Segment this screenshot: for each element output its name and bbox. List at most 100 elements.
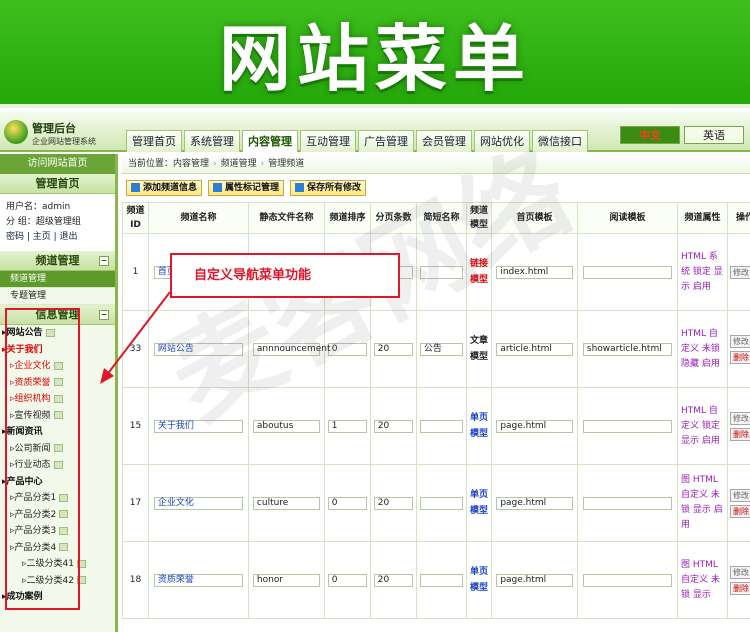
read-template-input[interactable] xyxy=(582,419,673,433)
home-section-header[interactable]: 管理首页 xyxy=(0,174,115,194)
short-name-input[interactable]: 公告 xyxy=(419,342,464,356)
short-name-input[interactable] xyxy=(419,573,464,587)
user-group: 分 组：超级管理组 xyxy=(6,217,81,227)
edit-button[interactable]: 修改 xyxy=(730,411,750,425)
channel-model[interactable]: 单页模型 xyxy=(468,487,490,519)
edit-button[interactable]: 修改 xyxy=(730,334,750,348)
channel-attributes[interactable]: 图 HTML 自定义 未锁 显示 启用 xyxy=(681,475,723,530)
channel-attributes[interactable]: HTML 自定义 锁定 显示 启用 xyxy=(681,406,720,446)
static-file-name-input[interactable]: honor xyxy=(252,573,321,587)
edit-button[interactable]: 修改 xyxy=(730,265,750,279)
channel-name-input[interactable]: 企业文化 xyxy=(153,496,244,510)
toolbar-button-0[interactable]: 添加频道信息 xyxy=(126,180,203,196)
banner: 网站菜单 xyxy=(0,0,750,104)
channel-model[interactable]: 单页模型 xyxy=(468,564,490,596)
column-header: 频道模型 xyxy=(466,202,492,234)
channel-name-input[interactable]: 资质荣誉 xyxy=(153,573,244,587)
static-file-name-input[interactable]: culture xyxy=(252,496,321,510)
read-template-input[interactable] xyxy=(582,573,673,587)
home-template-input[interactable]: index.html xyxy=(496,265,573,279)
toolbar-button-icon xyxy=(213,183,223,192)
cell-short-name: 公告 xyxy=(416,310,467,388)
tab-5[interactable]: 会员管理 xyxy=(416,130,472,152)
channel-order-input[interactable]: 0 xyxy=(327,342,368,356)
static-file-name-input[interactable]: aboutus xyxy=(252,419,321,433)
tab-1[interactable]: 系统管理 xyxy=(184,130,240,152)
page-size-input[interactable]: 20 xyxy=(373,496,414,510)
static-file-name-input[interactable]: annnouncement xyxy=(252,342,331,356)
cell-static-file-name: honor xyxy=(248,541,325,619)
channel-model[interactable]: 文章模型 xyxy=(468,333,490,365)
cell-channel-order: 0 xyxy=(324,464,371,542)
top-bar: 管理后台 企业网站管理系统 管理首页 系统管理 内容管理 互动管理 广告管理 会员管理 网站… xyxy=(0,112,750,152)
collapse-icon[interactable]: − xyxy=(99,256,109,266)
read-template-input[interactable] xyxy=(582,265,673,279)
channel-order-input[interactable]: 1 xyxy=(327,419,368,433)
cell-channel-order: 0 xyxy=(324,541,371,619)
page-size-input[interactable]: 20 xyxy=(373,419,414,433)
home-template-input[interactable]: page.html xyxy=(496,573,573,587)
cell-page-size: 20 xyxy=(370,541,417,619)
delete-button[interactable]: 删除 xyxy=(730,504,750,518)
tab-3[interactable]: 互动管理 xyxy=(300,130,356,152)
channel-model[interactable]: 单页模型 xyxy=(468,410,490,442)
cell-home-template: page.html xyxy=(491,387,578,465)
lang-chinese-button[interactable]: 中文 xyxy=(620,126,680,144)
channel-attributes[interactable]: 图 HTML 自定义 未锁 显示 xyxy=(681,560,720,600)
delete-button[interactable]: 删除 xyxy=(730,350,750,364)
channel-order-input[interactable]: 0 xyxy=(327,496,368,510)
channel-attributes[interactable]: HTML 系统 锁定 显示 启用 xyxy=(681,252,723,292)
short-name-input[interactable] xyxy=(419,419,464,433)
read-template-input[interactable]: showarticle.html xyxy=(582,342,673,356)
lang-english-button[interactable]: 英语 xyxy=(684,126,744,144)
breadcrumb: 当前位置：内容管理 › 频道管理 › 管理频道 xyxy=(122,154,750,174)
column-header: 频道ID xyxy=(122,202,149,234)
column-header: 操作 xyxy=(727,202,750,234)
table-row: 33 网站公告 annnouncement 0 20 公告 文章模型 article.html… xyxy=(122,310,750,388)
edit-button[interactable]: 修改 xyxy=(730,565,750,579)
cell-ops: 修改 删除 xyxy=(727,541,750,619)
short-name-input[interactable] xyxy=(419,496,464,510)
tab-2[interactable]: 内容管理 xyxy=(242,130,298,152)
page-size-input[interactable]: 20 xyxy=(373,342,414,356)
home-template-input[interactable]: page.html xyxy=(496,496,573,510)
table-row: 17 企业文化 culture 0 20 单页模型 page.html 图 HTML 自定义 … xyxy=(122,464,750,542)
channel-name-input[interactable]: 关于我们 xyxy=(153,419,244,433)
cell-channel-name: 关于我们 xyxy=(148,387,249,465)
sidebar-item-channel-manage[interactable]: 频道管理 xyxy=(0,271,115,288)
home-template-input[interactable]: article.html xyxy=(496,342,573,356)
cell-read-template xyxy=(577,233,678,311)
callout-label: 自定义导航菜单功能 xyxy=(170,253,400,298)
tab-0[interactable]: 管理首页 xyxy=(126,130,182,152)
page-size-input[interactable]: 20 xyxy=(373,573,414,587)
main-nav: 管理首页 系统管理 内容管理 互动管理 广告管理 会员管理 网站优化 微信接口 xyxy=(126,130,590,152)
toolbar-button-2[interactable]: 保存所有修改 xyxy=(290,180,367,196)
channel-model[interactable]: 链接模型 xyxy=(468,256,490,288)
breadcrumb-item[interactable]: 内容管理 xyxy=(173,159,209,169)
toolbar-button-1[interactable]: 属性标记管理 xyxy=(208,180,285,196)
visit-site-link[interactable]: 访问网站首页 xyxy=(0,154,115,174)
channel-section-header[interactable]: 频道管理 − xyxy=(0,251,115,271)
channel-attributes[interactable]: HTML 自定义 未锁 隐藏 启用 xyxy=(681,329,720,369)
column-header: 频道排序 xyxy=(324,202,371,234)
cell-attributes: HTML 自定义 锁定 显示 启用 xyxy=(677,387,728,465)
edit-button[interactable]: 修改 xyxy=(730,488,750,502)
short-name-input[interactable] xyxy=(419,265,464,279)
channel-section-label: 频道管理 xyxy=(35,254,80,267)
cell-channel-order: 1 xyxy=(324,387,371,465)
delete-button[interactable]: 删除 xyxy=(730,581,750,595)
home-template-input[interactable]: page.html xyxy=(496,419,573,433)
read-template-input[interactable] xyxy=(582,496,673,510)
breadcrumb-item[interactable]: 管理频道 xyxy=(268,159,304,169)
cell-home-template: index.html xyxy=(491,233,578,311)
tab-6[interactable]: 网站优化 xyxy=(474,130,530,152)
breadcrumb-item[interactable]: 频道管理 xyxy=(221,159,257,169)
channel-order-input[interactable]: 0 xyxy=(327,573,368,587)
cell-attributes: HTML 自定义 未锁 隐藏 启用 xyxy=(677,310,728,388)
cell-short-name xyxy=(416,541,467,619)
tab-7[interactable]: 微信接口 xyxy=(532,130,588,152)
cell-channel-name: 资质荣誉 xyxy=(148,541,249,619)
tab-4[interactable]: 广告管理 xyxy=(358,130,414,152)
user-links[interactable]: 密码 | 主页 | 退出 xyxy=(6,230,109,245)
delete-button[interactable]: 删除 xyxy=(730,427,750,441)
